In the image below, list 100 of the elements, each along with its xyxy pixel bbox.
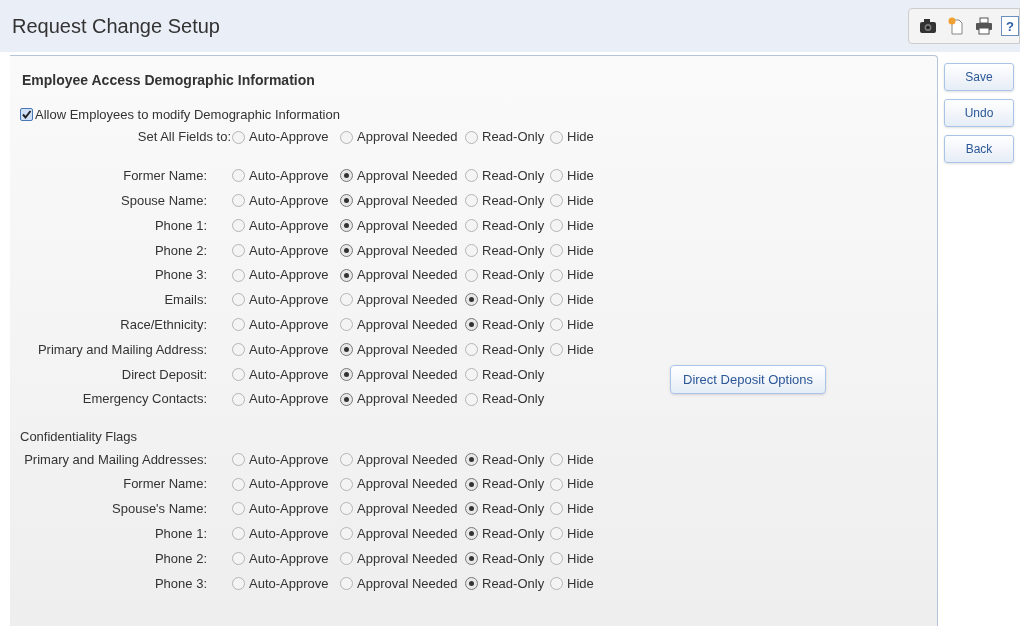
radio-label: Auto-Approve [249, 390, 329, 409]
radio-button[interactable] [465, 194, 478, 208]
radio-button[interactable] [550, 169, 563, 183]
radio-button[interactable] [340, 318, 353, 332]
radio-label: Hide [567, 475, 594, 494]
radio-button[interactable] [465, 576, 478, 590]
checkbox[interactable] [20, 108, 33, 122]
radio-button[interactable] [465, 169, 478, 183]
radio-button[interactable] [340, 552, 353, 566]
radio-label: Approval Needed [357, 266, 458, 285]
radio-button[interactable] [550, 552, 563, 566]
radio-button[interactable] [232, 576, 245, 590]
radio-label: Read-Only [482, 167, 545, 186]
radio-label: Auto-Approve [249, 241, 329, 260]
radio-button[interactable] [465, 367, 478, 381]
radio-button[interactable] [550, 243, 563, 257]
radio-button[interactable] [340, 219, 353, 232]
radio-button[interactable] [550, 219, 563, 232]
radio-button[interactable] [465, 318, 478, 332]
radio-button[interactable] [465, 527, 478, 541]
radio-label: Hide [567, 167, 594, 186]
radio-button[interactable] [232, 452, 245, 466]
action-button[interactable]: Save [944, 63, 1014, 91]
radio-button[interactable] [465, 392, 478, 406]
radio-label: Hide [567, 241, 594, 260]
radio-button[interactable] [232, 194, 245, 208]
radio-button[interactable] [465, 219, 478, 232]
radio-button[interactable] [232, 268, 245, 282]
radio-button[interactable] [550, 130, 563, 144]
radio-button[interactable] [340, 342, 353, 356]
radio-button[interactable] [340, 169, 353, 183]
radio-button[interactable] [340, 502, 353, 516]
radio-button[interactable] [232, 527, 245, 541]
printer-icon[interactable] [975, 17, 993, 35]
radio-button[interactable] [232, 169, 245, 183]
action-button[interactable]: Back [944, 135, 1014, 163]
radio-button[interactable] [232, 502, 245, 516]
radio-label: Approval Needed [357, 216, 458, 235]
radio-button[interactable] [232, 130, 245, 144]
field-label: Former Name: [123, 167, 207, 186]
radio-label: Auto-Approve [249, 315, 329, 334]
radio-label: Hide [567, 525, 594, 543]
direct-deposit-options-button[interactable]: Direct Deposit Options [670, 364, 827, 394]
radio-button[interactable] [340, 452, 353, 466]
radio-button[interactable] [465, 502, 478, 516]
action-button[interactable]: Undo [944, 99, 1014, 127]
radio-label: Approval Needed [357, 450, 458, 469]
radio-button[interactable] [340, 268, 353, 282]
radio-button[interactable] [550, 477, 563, 491]
radio-button[interactable] [465, 293, 478, 307]
radio-label: Approval Needed [357, 291, 458, 310]
radio-button[interactable] [232, 219, 245, 232]
radio-button[interactable] [550, 268, 563, 282]
radio-button[interactable] [340, 367, 353, 381]
section-heading: Employee Access Demographic Information [22, 71, 316, 90]
help-button[interactable]: ? [1001, 16, 1019, 36]
radio-button[interactable] [340, 243, 353, 257]
radio-label: Approval Needed [357, 390, 458, 409]
radio-button[interactable] [465, 342, 478, 356]
radio-button[interactable] [232, 342, 245, 356]
radio-label: Hide [567, 191, 594, 210]
radio-button[interactable] [465, 552, 478, 566]
radio-label: Auto-Approve [249, 365, 329, 384]
radio-button[interactable] [232, 293, 245, 307]
radio-button[interactable] [550, 576, 563, 590]
radio-button[interactable] [232, 477, 245, 491]
radio-button[interactable] [340, 130, 353, 144]
radio-button[interactable] [465, 452, 478, 466]
radio-button[interactable] [465, 243, 478, 257]
field-label: Phone 3: [154, 266, 207, 285]
radio-button[interactable] [465, 477, 478, 491]
field-label: Race/Ethnicity: [120, 315, 207, 334]
radio-button[interactable] [550, 502, 563, 516]
radio-button[interactable] [340, 293, 353, 307]
radio-button[interactable] [340, 527, 353, 541]
radio-button[interactable] [340, 194, 353, 208]
radio-button[interactable] [550, 342, 563, 356]
radio-button[interactable] [550, 527, 563, 541]
radio-button[interactable] [232, 318, 245, 332]
radio-button[interactable] [550, 452, 563, 466]
radio-button[interactable] [340, 392, 353, 406]
radio-button[interactable] [232, 392, 245, 406]
radio-button[interactable] [340, 477, 353, 491]
radio-label: Auto-Approve [249, 191, 329, 210]
radio-button[interactable] [232, 552, 245, 566]
radio-button[interactable] [550, 293, 563, 307]
radio-button[interactable] [232, 367, 245, 381]
radio-button[interactable] [465, 268, 478, 282]
radio-button[interactable] [550, 318, 563, 332]
radio-button[interactable] [340, 576, 353, 590]
radio-label: Auto-Approve [249, 574, 329, 593]
camera-icon[interactable] [919, 17, 937, 35]
radio-label: Auto-Approve [249, 475, 329, 494]
radio-button[interactable] [550, 194, 563, 208]
page-title: Request Change Setup [12, 14, 220, 39]
document-icon[interactable] [947, 17, 965, 35]
radio-button[interactable] [232, 243, 245, 257]
radio-button[interactable] [465, 130, 478, 144]
radio-label: Auto-Approve [249, 549, 329, 568]
radio-label: Hide [567, 216, 594, 235]
